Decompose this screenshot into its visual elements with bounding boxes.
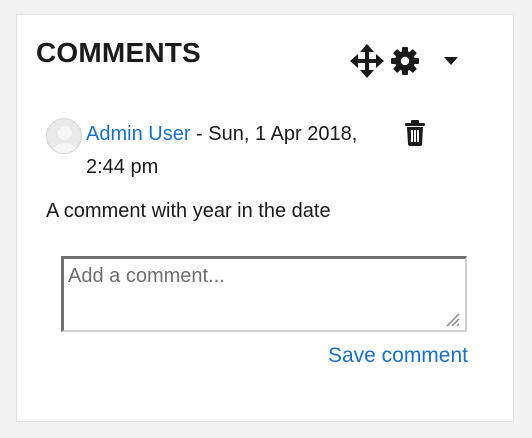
comment-author-link[interactable]: Admin User	[86, 123, 190, 145]
save-comment-link[interactable]: Save comment	[306, 344, 468, 368]
avatar[interactable]	[46, 118, 82, 154]
gear-icon[interactable]	[390, 46, 420, 81]
comment-text: A comment with year in the date	[46, 200, 331, 222]
block-controls	[350, 44, 468, 78]
add-comment-textarea[interactable]	[61, 256, 467, 332]
trash-icon[interactable]	[404, 120, 426, 151]
block-title: COMMENTS	[36, 37, 201, 68]
move-arrows-icon[interactable]	[350, 44, 384, 83]
comment-separator: -	[190, 123, 209, 145]
comment-meta: Admin User - Sun, 1 Apr 2018, 2:44 pm	[86, 118, 366, 184]
caret-down-icon[interactable]	[442, 54, 460, 72]
